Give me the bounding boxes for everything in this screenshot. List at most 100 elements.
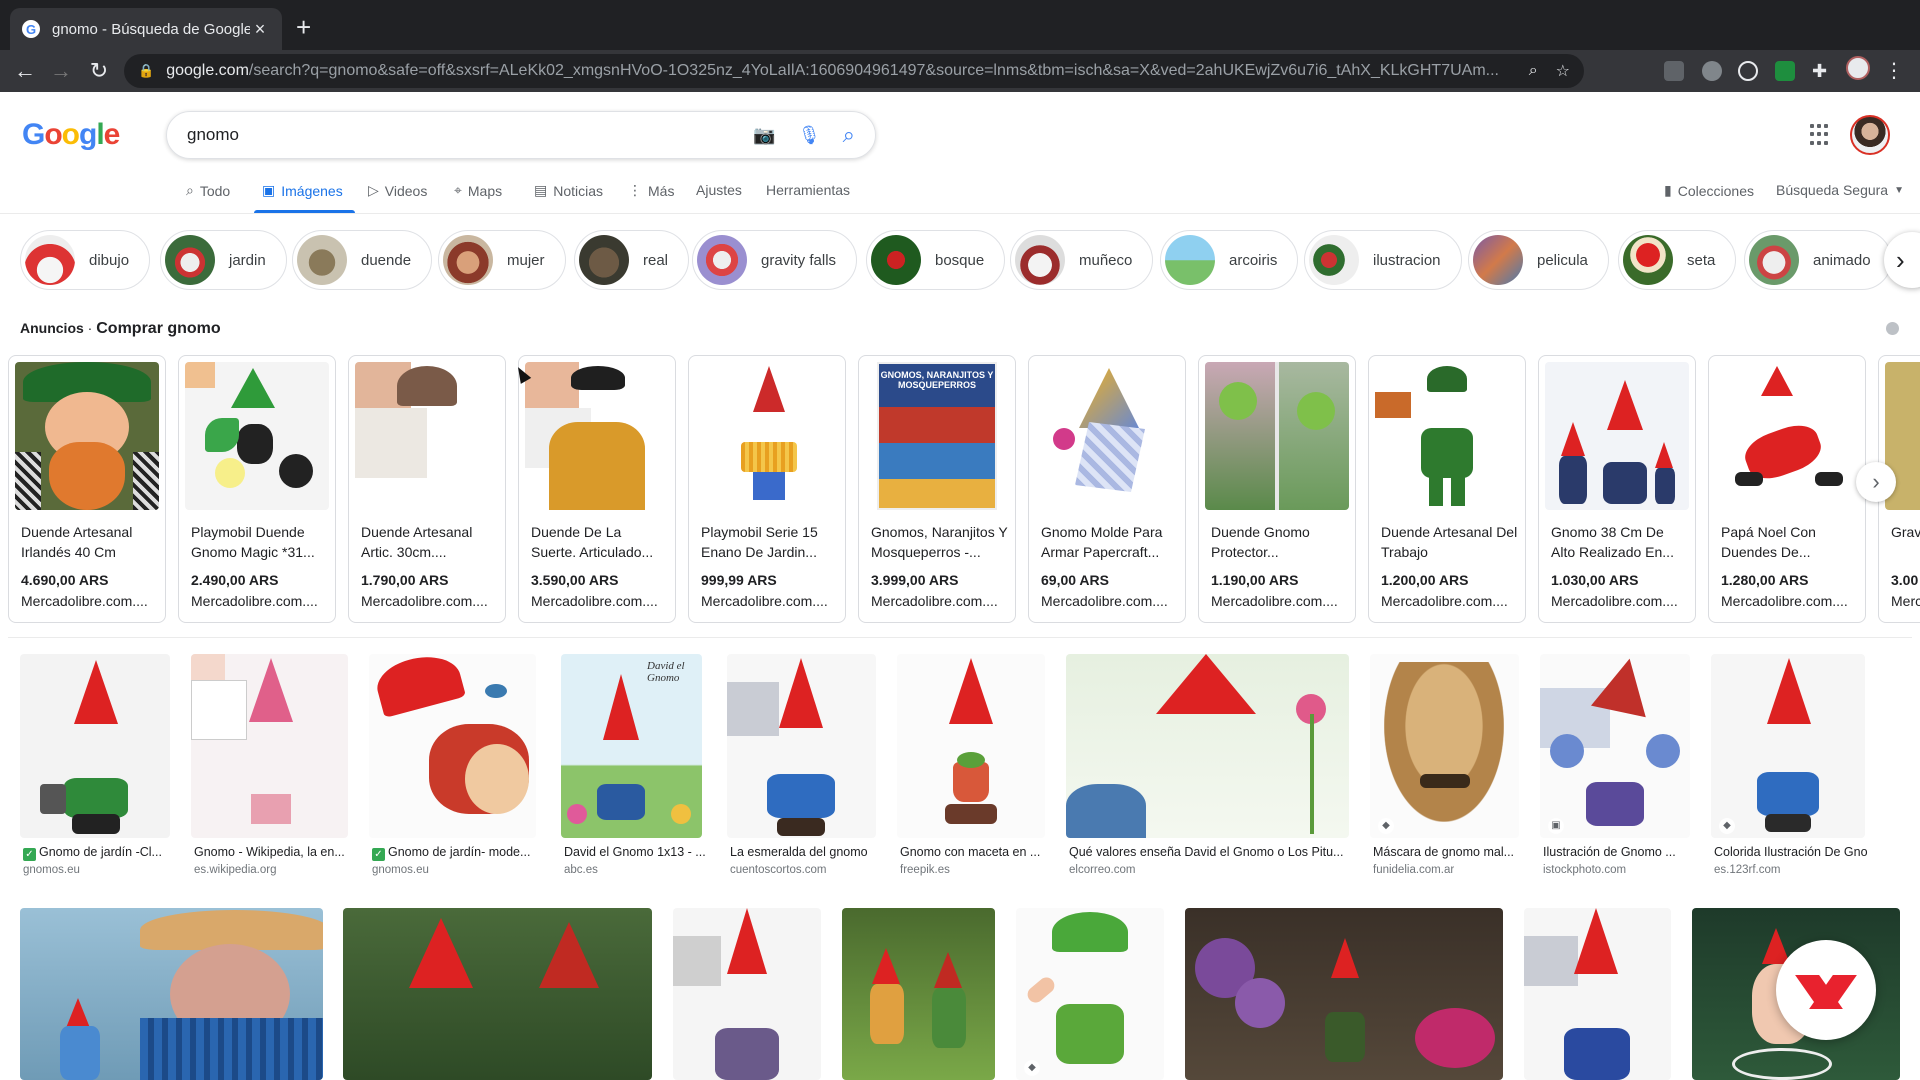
result-image	[897, 654, 1045, 838]
ad-card[interactable]: Gnomo 38 Cm De Alto Realizado En... 1.03…	[1538, 355, 1696, 623]
chip-thumbnail	[697, 235, 747, 285]
ads-header: Anuncios · Comprar gnomo	[20, 320, 221, 337]
browser-tab[interactable]: G gnomo - Búsqueda de Google ×	[10, 8, 282, 50]
image-result[interactable]: David el Gnomo David el Gnomo 1x13 - ...…	[561, 654, 705, 876]
tab-images[interactable]: ▣ Imágenes	[262, 182, 343, 199]
extension-icon[interactable]	[1738, 61, 1758, 81]
chip[interactable]: dibujo	[20, 230, 151, 290]
ads-next-button[interactable]: ›	[1856, 462, 1896, 502]
tab-news[interactable]: ▤ Noticias	[534, 182, 603, 199]
result-image	[673, 908, 821, 1080]
tools-link[interactable]: Herramientas	[766, 182, 850, 198]
chip[interactable]: gravity falls	[692, 230, 858, 290]
settings-link[interactable]: Ajustes	[696, 182, 742, 198]
image-result[interactable]: ✓ Gnomo de jardín- mode... gnomos.eu	[369, 654, 536, 876]
image-result[interactable]: Gnomo con maceta en ... freepik.es	[897, 654, 1045, 876]
browser-profile-avatar[interactable]	[1846, 56, 1870, 80]
chip[interactable]: arcoiris	[1160, 230, 1299, 290]
tag-icon: ◆	[1024, 1060, 1040, 1076]
sheets-extension-icon[interactable]	[1775, 61, 1795, 81]
collections-link[interactable]: ▮ Colecciones	[1664, 182, 1754, 199]
chip[interactable]: ilustracion	[1304, 230, 1462, 290]
image-result[interactable]: ✓ Gnomo de jardín -Cl... gnomos.eu	[20, 654, 170, 876]
image-result[interactable]: Gnomo - Wikipedia, la en... es.wikipedia…	[191, 654, 348, 876]
result-source: abc.es	[564, 864, 598, 876]
image-result[interactable]: ◆ Colorida Ilustración De Gnom... es.123…	[1711, 654, 1868, 876]
google-logo[interactable]: Google	[22, 118, 120, 152]
close-tab-icon[interactable]: ×	[250, 19, 270, 40]
search-input[interactable]: gnomo	[187, 125, 731, 145]
tab-videos[interactable]: ▷ Videos	[368, 182, 427, 199]
search-icon[interactable]: ⌕	[843, 122, 855, 148]
address-bar[interactable]: 🔒 google.com /search?q=gnomo&safe=off&sx…	[124, 54, 1584, 88]
chip[interactable]: jardin	[160, 230, 287, 290]
ad-card[interactable]: Playmobil Serie 15 Enano De Jardin... 99…	[688, 355, 846, 623]
chip-label: jardin	[229, 251, 266, 269]
back-icon[interactable]: ←	[12, 58, 38, 84]
chip-label: bosque	[935, 251, 985, 269]
image-result[interactable]	[842, 908, 995, 1080]
result-source: istockphoto.com	[1543, 864, 1627, 876]
result-title: Gnomo con maceta en ...	[900, 845, 1041, 859]
ad-card[interactable]: Playmobil Duende Gnomo Magic *31... 2.49…	[178, 355, 336, 623]
ad-card[interactable]: Duende Artesanal Artic. 30cm.... 1.790,0…	[348, 355, 506, 623]
image-result[interactable]	[20, 908, 323, 1080]
chip[interactable]: muñeco	[1010, 230, 1154, 290]
bookmark-star-icon[interactable]: ☆	[1556, 61, 1570, 81]
ad-title: Gnomos, Naranjitos Y Mosqueperros -...	[871, 524, 1008, 560]
google-apps-icon[interactable]	[1810, 124, 1832, 146]
tab-more[interactable]: ⋮ Más	[628, 182, 674, 199]
extension-icon[interactable]	[1702, 61, 1722, 81]
chip-thumbnail	[1309, 235, 1359, 285]
image-result[interactable]	[1185, 908, 1503, 1080]
chevron-right-icon: ›	[1896, 244, 1905, 275]
ad-card[interactable]: Gnomo Molde Para Armar Papercraft... 69,…	[1028, 355, 1186, 623]
image-result[interactable]: ▣ Ilustración de Gnomo ... istockphoto.c…	[1540, 654, 1690, 876]
chip-thumbnail	[25, 235, 75, 285]
chip[interactable]: seta	[1618, 230, 1737, 290]
image-result[interactable]: ◆ Máscara de gnomo mal... funidelia.com.…	[1370, 654, 1519, 876]
tab-label: Ajustes	[696, 182, 742, 198]
zoom-icon[interactable]: ⌕	[1529, 62, 1538, 80]
forward-icon[interactable]: →	[48, 58, 74, 84]
camera-icon[interactable]: 📷	[753, 125, 775, 146]
ad-store: Mercadolibre.com....	[1381, 593, 1508, 609]
result-title-text: Gnomo de jardín- mode...	[388, 845, 531, 859]
ad-card[interactable]: Duende Artesanal Del Trabajo 1.200,00 AR…	[1368, 355, 1526, 623]
ad-store: Mercadolibre.com....	[21, 593, 148, 609]
tab-all[interactable]: ⌕ Todo	[186, 182, 230, 199]
refinement-chips: dibujo jardin duende mujer real gravity …	[20, 230, 1920, 292]
tab-title: gnomo - Búsqueda de Google	[52, 20, 250, 38]
ad-card[interactable]: Duende Gnomo Protector... 1.190,00 ARS M…	[1198, 355, 1356, 623]
chip[interactable]: real	[574, 230, 690, 290]
info-icon[interactable]	[1886, 322, 1899, 335]
new-tab-icon[interactable]: +	[296, 14, 311, 40]
chip[interactable]: mujer	[438, 230, 566, 290]
extension-icon[interactable]	[1664, 61, 1684, 81]
puzzle-extensions-icon[interactable]: ✚	[1812, 61, 1832, 81]
browser-menu-icon[interactable]: ⋮	[1884, 58, 1904, 83]
image-result[interactable]	[1524, 908, 1671, 1080]
ad-card[interactable]: Papá Noel Con Duendes De... 1.280,00 ARS…	[1708, 355, 1866, 623]
account-avatar[interactable]	[1850, 115, 1890, 155]
ad-card[interactable]: Duende De La Suerte. Articulado... 3.590…	[518, 355, 676, 623]
image-result[interactable]: La esmeralda del gnomo cuentoscortos.com	[727, 654, 876, 876]
image-result[interactable]	[343, 908, 652, 1080]
chip[interactable]: duende	[292, 230, 433, 290]
image-result[interactable]: Qué valores enseña David el Gnomo o Los …	[1066, 654, 1349, 876]
ad-card[interactable]: GNOMOS, NARANJITOS Y MOSQUEPERROS Gnomos…	[858, 355, 1016, 623]
safe-search-dropdown[interactable]: Búsqueda Segura ▼	[1776, 182, 1904, 198]
image-result[interactable]: ◆	[1016, 908, 1164, 1080]
ad-card[interactable]: Duende Artesanal Irlandés 40 Cm 4.690,00…	[8, 355, 166, 623]
image-result[interactable]	[673, 908, 821, 1080]
microphone-icon[interactable]: 🎙	[798, 125, 821, 146]
chip[interactable]: animado	[1744, 230, 1892, 290]
floating-extension-button[interactable]	[1776, 940, 1876, 1040]
tab-label: Maps	[467, 182, 503, 199]
result-source: funidelia.com.ar	[1373, 864, 1455, 876]
tab-maps[interactable]: ⌖ Maps	[454, 182, 502, 199]
search-box[interactable]: gnomo 📷 🎙 ⌕	[166, 111, 876, 159]
chip[interactable]: pelicula	[1468, 230, 1609, 290]
chip[interactable]: bosque	[866, 230, 1006, 290]
reload-icon[interactable]: ↻	[86, 58, 112, 84]
